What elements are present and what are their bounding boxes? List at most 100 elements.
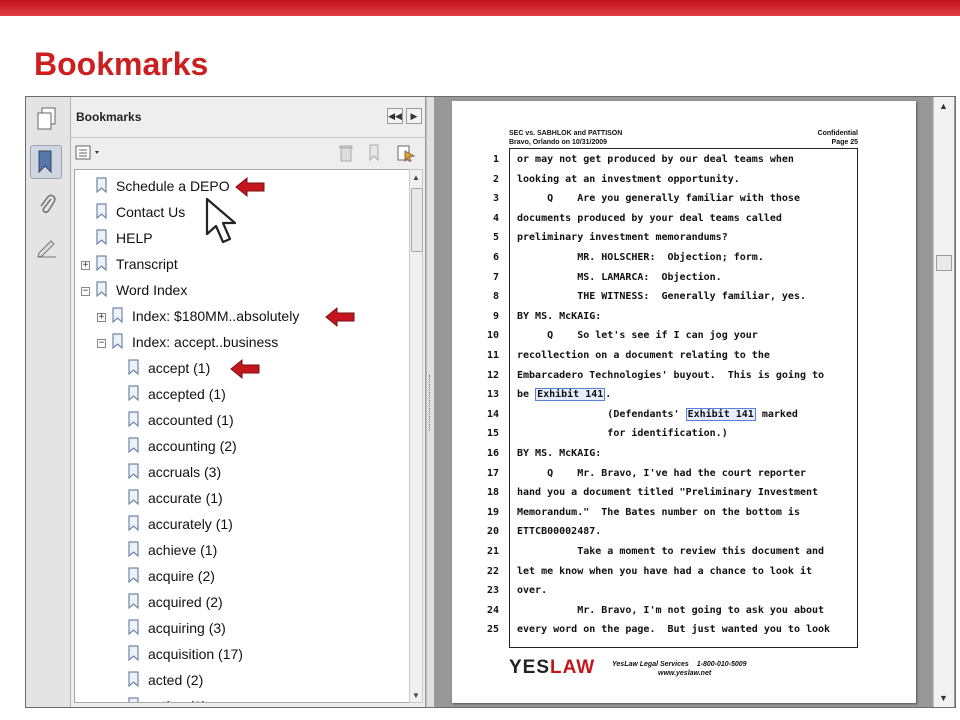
line-text: be Exhibit 141. [517,388,611,402]
bookmark-icon [128,359,140,376]
bookmark-label: Index: $180MM..absolutely [132,308,300,324]
top-accent-bar [0,0,960,16]
bookmark-item[interactable]: acquisition (17) [75,642,395,668]
transcript-line: 22 let me know when you have had a chance… [487,563,859,582]
line-number: 19 [486,506,499,518]
transcript-page: SEC vs. SABHLOK and PATTISON Bravo, Orla… [452,101,916,703]
bookmark-item[interactable]: acquire (2) [75,564,395,590]
bookmark-item[interactable]: accurate (1) [75,486,395,512]
pages-icon[interactable] [32,103,62,135]
line-text: BY MS. McKAIG: [517,448,602,459]
bookmark-item[interactable]: + Transcript [75,252,395,278]
transcript-line: 5 preliminary investment memorandums? [493,229,859,248]
bookmark-label: acquiring (3) [148,620,226,636]
bookmark-label: acquired (2) [148,594,223,610]
line-number: 6 [492,252,499,263]
line-text: Mr. Bravo, I'm not going to ask you abou… [517,604,825,616]
line-number: 17 [486,467,499,479]
panel-options-button[interactable]: ▶ [406,108,422,124]
line-number: 8 [492,291,499,303]
exhibit-link[interactable]: Exhibit 141 [685,407,756,421]
document-scrollbar-thumb[interactable] [936,255,952,271]
line-text: looking at an investment opportunity. [517,173,740,185]
line-text: Memorandum." The Bates number on the bot… [517,506,800,518]
bookmark-item[interactable]: acquired (2) [75,590,395,616]
bookmark-item[interactable]: accounting (2) [75,434,395,460]
bookmark-tree: Schedule a DEPO Contact Us HELP + Transcript… [74,169,410,703]
bookmark-icon [128,411,140,428]
bookmark-label: accounted (1) [148,412,234,428]
signatures-icon[interactable] [32,231,62,263]
document-scrollbar[interactable]: ▲ ▼ [933,97,954,707]
bookmark-icon [128,489,140,506]
collapse-toggle-icon[interactable]: − [97,339,106,348]
transcript-line: 21 Take a moment to review this document… [487,543,859,562]
line-number: 22 [486,565,499,577]
exhibit-link[interactable]: Exhibit 141 [535,388,606,402]
page-number: Page 25 [831,139,858,146]
line-text: Q Mr. Bravo, I've had the court reporter [517,467,806,479]
line-text: BY MS. McKAIG: [517,310,602,322]
collapse-panel-button[interactable]: ◀◀ [387,108,403,124]
line-number: 3 [492,193,499,205]
bookmark-item[interactable]: action (1) [75,694,395,702]
right-arrow-icon: ▶ [410,110,418,121]
bookmark-item[interactable]: − Index: accept..business [75,330,395,356]
transcript-line: 2 looking at an investment opportunity. [493,171,859,190]
line-text: Embarcadero Technologies' buyout. This i… [517,369,825,381]
bookmark-label: Schedule a DEPO [116,178,230,194]
bookmark-icon [96,255,108,272]
scroll-down-icon[interactable]: ▼ [411,689,421,701]
bookmarks-icon[interactable] [30,145,62,179]
doc-scroll-down-icon[interactable]: ▼ [939,693,948,703]
new-bookmark-icon[interactable] [365,144,383,162]
line-number: 20 [486,526,499,538]
red-pointer-arrow-icon [235,176,265,198]
scrollbar-thumb[interactable] [411,188,423,252]
bookmark-icon [112,307,124,324]
bookmark-item[interactable]: accepted (1) [75,382,395,408]
panel-header: Bookmarks ◀◀ ▶ [71,97,425,138]
line-text-pre: be [517,389,536,401]
transcript-line: 3 Q Are you generally familiar with thos… [493,190,859,209]
transcript-line: 6 MR. HOLSCHER: Objection; form. [493,249,859,268]
line-text: MR. HOLSCHER: Objection; form. [517,252,764,263]
bookmark-icon [96,281,108,298]
collapse-toggle-icon[interactable]: − [81,287,90,296]
logo-yes: YES [509,657,551,678]
expand-bookmark-icon[interactable] [395,144,417,162]
attachments-icon[interactable] [32,189,62,221]
bookmark-item[interactable]: accounted (1) [75,408,395,434]
line-text: Q Are you generally familiar with those [517,193,800,205]
splitter-grip[interactable] [429,375,432,431]
line-text: let me know when you have had a chance t… [517,565,813,577]
line-text: recollection on a document relating to t… [517,350,770,361]
line-number: 24 [486,604,499,616]
bookmark-item[interactable]: − Word Index [75,278,395,304]
bookmark-item[interactable]: acquiring (3) [75,616,395,642]
transcript-line: 1 or may not get produced by our deal tea… [493,151,859,170]
bookmark-item[interactable]: accruals (3) [75,460,395,486]
bookmarks-scrollbar[interactable]: ▲ ▼ [409,169,423,703]
expand-toggle-icon[interactable]: + [97,313,106,322]
page-header-left: SEC vs. SABHLOK and PATTISON Bravo, Orla… [509,129,622,147]
expand-toggle-icon[interactable]: + [81,261,90,270]
doc-scroll-up-icon[interactable]: ▲ [939,101,948,111]
bookmark-icon [96,203,108,220]
bookmark-item[interactable]: acted (2) [75,668,395,694]
line-number: 12 [486,369,499,381]
bookmark-icon [128,463,140,480]
bookmark-item[interactable]: accurately (1) [75,512,395,538]
options-menu-button[interactable] [75,144,105,162]
witness-line: Bravo, Orlando on 10/31/2009 [509,139,608,146]
bookmark-item[interactable]: achieve (1) [75,538,395,564]
bookmark-icon [96,229,108,246]
transcript-line: 11 recollection on a document relating to… [487,347,859,366]
line-text: Take a moment to review this document an… [517,546,825,557]
delete-bookmark-icon[interactable] [337,144,355,162]
scroll-up-icon[interactable]: ▲ [411,171,421,183]
line-text: THE WITNESS: Generally familiar, yes. [517,291,806,303]
transcript-line: 13 be Exhibit 141. [487,386,859,405]
bookmark-label: action (1) [148,698,206,702]
line-number: 2 [492,173,499,185]
